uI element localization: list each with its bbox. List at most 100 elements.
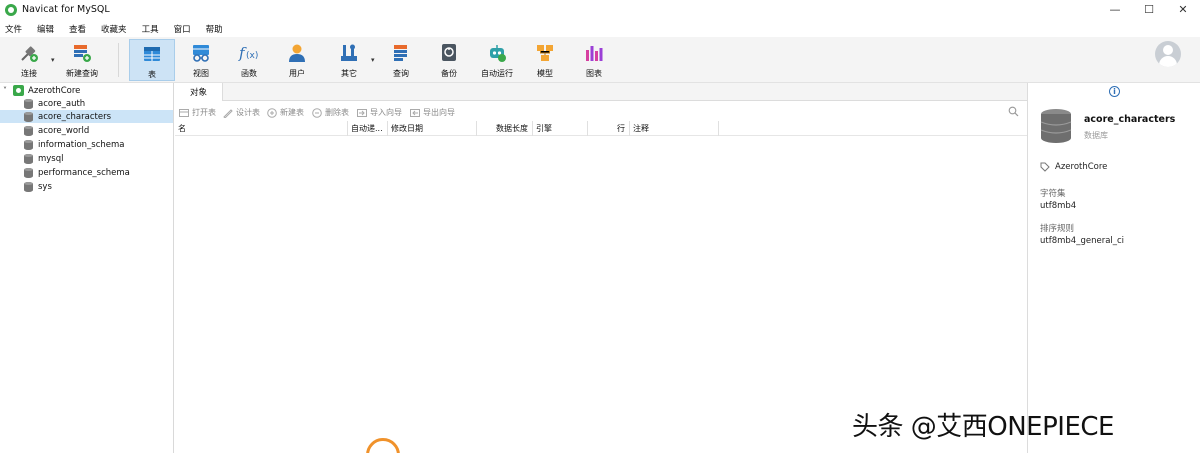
column-header-name[interactable]: 名 — [175, 121, 348, 136]
toolbar-user-label: 用户 — [289, 69, 305, 78]
other-dropdown-caret-icon[interactable]: ▾ — [371, 56, 375, 64]
toolbar-table-button[interactable]: 表 — [129, 39, 175, 81]
menu-help[interactable]: 帮助 — [206, 23, 223, 35]
column-header-auto-increment[interactable]: 自动递... — [348, 121, 388, 136]
toolbar-new-query-button[interactable]: 新建查询 — [59, 39, 105, 81]
database-icon — [24, 154, 33, 164]
db-name: mysql — [38, 153, 64, 164]
import-wizard-button[interactable]: 导入向导 — [357, 107, 402, 118]
user-icon — [286, 42, 308, 64]
open-table-label: 打开表 — [192, 108, 216, 117]
info-icon[interactable]: i — [1109, 86, 1120, 97]
column-header-comment[interactable]: 注释 — [630, 121, 719, 136]
menu-view[interactable]: 查看 — [69, 23, 86, 35]
user-avatar[interactable] — [1155, 41, 1181, 67]
design-table-button[interactable]: 设计表 — [223, 107, 260, 118]
delete-table-button[interactable]: 删除表 — [312, 107, 349, 118]
design-table-label: 设计表 — [236, 108, 260, 117]
db-name: acore_world — [38, 125, 90, 136]
expand-chevron-icon[interactable]: ˅ — [3, 86, 7, 95]
toolbar-function-button[interactable]: f (x) 函数 — [226, 39, 272, 81]
tree-db-item[interactable]: sys — [0, 180, 173, 193]
charset-value: utf8mb4 — [1040, 201, 1077, 211]
db-name: information_schema — [38, 139, 125, 150]
toolbar-connection-button[interactable]: 连接 — [6, 39, 52, 81]
new-table-button[interactable]: 新建表 — [267, 107, 304, 118]
tree-db-item[interactable]: acore_auth — [0, 97, 173, 110]
navicat-logo-icon — [5, 3, 17, 16]
toolbar-other-button[interactable]: 其它 — [326, 39, 372, 81]
info-panel: i acore_characters 数据库 AzerothCore 字符集 u… — [1027, 83, 1200, 453]
database-icon — [24, 99, 33, 109]
column-header-modified-date[interactable]: 修改日期 — [388, 121, 477, 136]
mysql-connection-icon — [13, 85, 24, 96]
toolbar-view-label: 视图 — [193, 69, 209, 78]
toolbar-chart-label: 图表 — [586, 69, 602, 78]
toolbar-backup-button[interactable]: 备份 — [426, 39, 472, 81]
svg-text:(x): (x) — [246, 51, 258, 61]
tab-objects[interactable]: 对象 — [175, 83, 223, 101]
database-icon — [24, 168, 33, 178]
column-header-data-length[interactable]: 数据长度 — [477, 121, 533, 136]
toolbar-model-button[interactable]: 模型 — [522, 39, 568, 81]
toolbar-connection-label: 连接 — [21, 69, 37, 78]
connection-dropdown-caret-icon[interactable]: ▾ — [51, 56, 55, 64]
menu-bar: 文件 编辑 查看 收藏夹 工具 窗口 帮助 — [0, 21, 1200, 36]
search-icon[interactable] — [1008, 106, 1019, 117]
menu-edit[interactable]: 编辑 — [37, 23, 54, 35]
toolbar-backup-label: 备份 — [441, 69, 457, 78]
maximize-button[interactable]: ☐ — [1132, 0, 1166, 19]
design-table-icon — [223, 108, 233, 118]
navigation-pane: ˅ AzerothCore acore_auth acore_character… — [0, 83, 174, 453]
window-title: Navicat for MySQL — [22, 4, 110, 15]
info-db-name: acore_characters — [1084, 114, 1176, 125]
menu-tools[interactable]: 工具 — [142, 23, 159, 35]
export-wizard-icon — [410, 108, 420, 117]
tree-db-item[interactable]: acore_world — [0, 124, 173, 137]
close-button[interactable]: ✕ — [1166, 0, 1200, 19]
toolbar-new-query-label: 新建查询 — [66, 69, 98, 78]
object-toolbar: 打开表 设计表 新建表 删除表 导入向导 导出向导 — [175, 104, 1027, 121]
open-table-button[interactable]: 打开表 — [179, 107, 216, 118]
open-table-icon — [179, 108, 189, 117]
export-wizard-button[interactable]: 导出向导 — [410, 107, 455, 118]
database-icon — [24, 140, 33, 150]
menu-favorites[interactable]: 收藏夹 — [101, 23, 127, 35]
tree-db-item[interactable]: performance_schema — [0, 166, 173, 179]
toolbar-query-button[interactable]: 查询 — [378, 39, 424, 81]
toolbar-query-label: 查询 — [393, 69, 409, 78]
import-wizard-label: 导入向导 — [370, 108, 402, 117]
query-icon — [390, 42, 412, 64]
column-header-engine[interactable]: 引擎 — [533, 121, 588, 136]
collation-label: 排序规则 — [1040, 224, 1075, 234]
menu-file[interactable]: 文件 — [5, 23, 22, 35]
export-wizard-label: 导出向导 — [423, 108, 455, 117]
toolbar-chart-button[interactable]: 图表 — [571, 39, 617, 81]
info-connection-name: AzerothCore — [1055, 162, 1108, 172]
toolbar-model-label: 模型 — [537, 69, 553, 78]
database-icon — [24, 126, 33, 136]
toolbar-other-label: 其它 — [341, 69, 357, 78]
minimize-button[interactable]: — — [1098, 0, 1132, 19]
database-icon — [24, 112, 33, 122]
tree-db-item-selected[interactable]: acore_characters — [0, 110, 173, 123]
table-icon — [141, 43, 163, 65]
robot-icon — [486, 42, 508, 64]
menu-window[interactable]: 窗口 — [174, 23, 191, 35]
tree-db-item[interactable]: mysql — [0, 152, 173, 165]
db-name: sys — [38, 181, 52, 192]
toolbar-view-button[interactable]: 视图 — [178, 39, 224, 81]
tree-connection-azerothcore[interactable]: ˅ AzerothCore — [0, 84, 173, 97]
toolbar-automation-label: 自动运行 — [481, 69, 513, 78]
delete-table-label: 删除表 — [325, 108, 349, 117]
tree-db-item[interactable]: information_schema — [0, 138, 173, 151]
model-icon — [534, 42, 556, 64]
column-header-rows[interactable]: 行 — [588, 121, 630, 136]
toolbar-automation-button[interactable]: 自动运行 — [474, 39, 520, 81]
database-icon — [24, 182, 33, 192]
info-connection: AzerothCore — [1040, 162, 1107, 172]
charset-label: 字符集 — [1040, 189, 1066, 199]
tools-icon — [338, 42, 360, 64]
toolbar-user-button[interactable]: 用户 — [274, 39, 320, 81]
watermark-text: 头条 @艾西ONEPIECE — [852, 412, 1114, 442]
